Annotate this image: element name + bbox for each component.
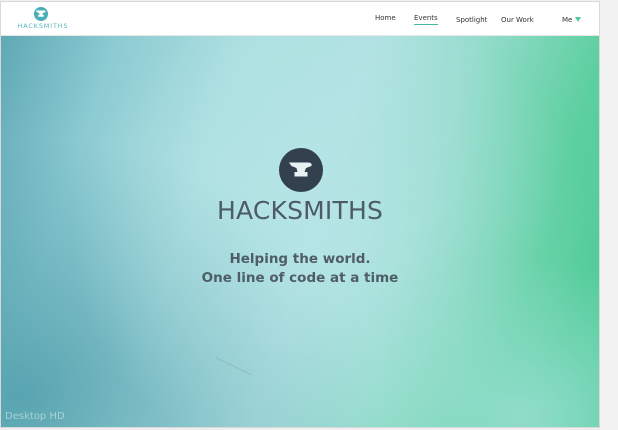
nav-home[interactable]: Home [375,14,396,22]
chevron-down-icon [575,17,582,22]
hero-section: HACKSMITHS Helping the world. One line o… [1,36,599,427]
nav-events[interactable]: Events [414,14,438,25]
hero-tagline-line2: One line of code at a time [201,270,399,286]
nav-our-work[interactable]: Our Work [501,16,534,24]
nav-me-label: Me [562,16,573,24]
anvil-icon [279,148,323,192]
nav-spotlight[interactable]: Spotlight [456,16,487,24]
logo-text: HACKSMITHS [17,22,69,30]
hero-tagline-line1: Helping the world. [229,251,371,267]
nav-me-dropdown[interactable]: Me [562,16,582,24]
artboard-label: Desktop HD [5,411,65,422]
site-logo[interactable]: HACKSMITHS [13,6,73,32]
top-navbar: HACKSMITHS Home Events Spotlight Our Wor… [1,2,599,36]
browser-viewport: HACKSMITHS Home Events Spotlight Our Wor… [1,2,599,427]
hero-light-secondary [1,36,599,427]
hero-brand-title: HACKSMITHS [216,196,384,225]
window-edge [600,0,618,430]
anvil-logo-icon [34,7,48,21]
